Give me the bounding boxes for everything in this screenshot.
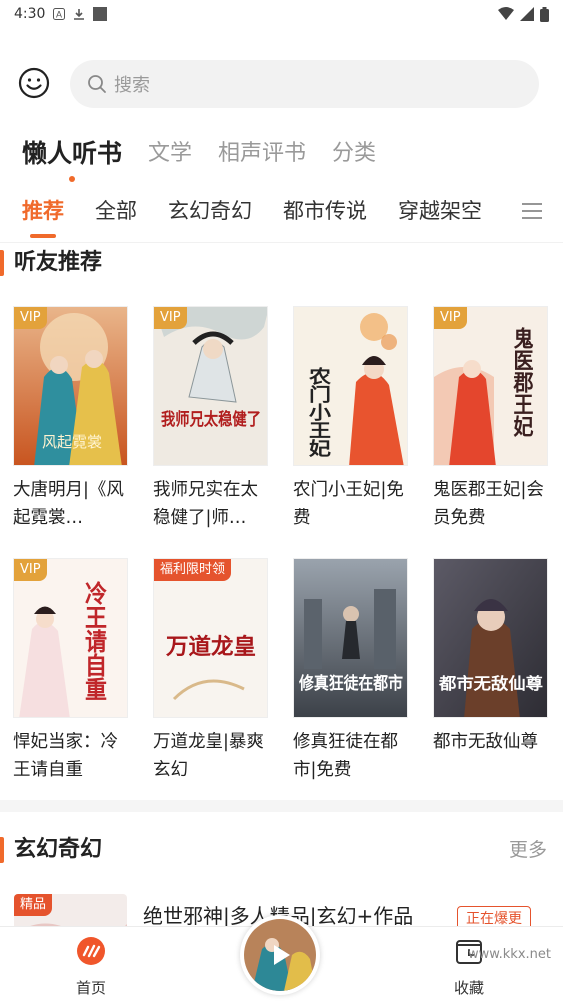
- book-card[interactable]: 冷王请自重 VIP 悍妃当家：冷王请自重: [13, 558, 128, 784]
- battery-icon: [540, 6, 549, 22]
- nav-home[interactable]: 首页: [46, 935, 136, 998]
- home-icon: [77, 937, 105, 965]
- cover-art-8: 都市无敌仙尊: [434, 559, 547, 717]
- premium-badge: 精品: [14, 894, 53, 916]
- vip-badge: VIP: [14, 559, 47, 581]
- section-title: 玄幻奇幻: [14, 837, 103, 862]
- search-placeholder: 搜索: [114, 75, 150, 96]
- cover-art-1: 风起霓裳: [14, 307, 127, 465]
- book-title: 万道龙皇|暴爽玄幻: [153, 732, 264, 780]
- category-tabs: 推荐 全部 玄幻奇幻 都市传说 穿越架空: [0, 188, 563, 242]
- more-link[interactable]: 更多: [509, 832, 547, 868]
- vip-badge: VIP: [14, 307, 47, 329]
- book-title: 悍妃当家：冷王请自重: [13, 732, 118, 780]
- cover-title-text: 农门小王妃: [305, 366, 332, 458]
- book-cover: 都市无敌仙尊: [433, 558, 548, 718]
- cat-tab-urban[interactable]: 都市传说: [283, 188, 367, 234]
- cat-tab-recommend-label: 推荐: [22, 199, 64, 223]
- search-input[interactable]: 搜索: [70, 60, 539, 108]
- book-card[interactable]: 风起霓裳 VIP 大唐明月|《风起霓裳…: [13, 306, 128, 532]
- tab-lanren[interactable]: 懒人听书: [22, 132, 123, 182]
- nav-favorites-label: 收藏: [453, 979, 484, 997]
- profile-avatar-icon[interactable]: [18, 67, 50, 99]
- book-cover: 农门小王妃: [293, 306, 408, 466]
- book-title: 鬼医郡王妃|会员免费: [433, 480, 544, 528]
- book-cover: 鬼医郡王妃 VIP: [433, 306, 548, 466]
- watermark: www.kkx.net: [467, 947, 551, 962]
- section-header-friends: 听友推荐: [0, 245, 563, 281]
- a-notification-icon: A: [53, 8, 66, 20]
- section-accent-bar: [0, 837, 4, 863]
- cat-tab-time-travel[interactable]: 穿越架空: [398, 188, 482, 234]
- book-card[interactable]: 鬼医郡王妃 VIP 鬼医郡王妃|会员免费: [433, 306, 548, 532]
- active-tab-dot: [69, 176, 75, 182]
- cover-title-text: 修真狂徒在都市: [298, 673, 403, 694]
- cover-title-text: 万道龙皇: [165, 634, 256, 660]
- cover-title-text: 风起霓裳: [42, 433, 102, 451]
- search-icon: [88, 75, 106, 93]
- status-time: 4:30: [14, 6, 46, 22]
- tab-categories[interactable]: 分类: [332, 132, 376, 176]
- square-icon: [93, 7, 108, 21]
- vip-badge: VIP: [154, 307, 187, 329]
- cat-tab-fantasy[interactable]: 玄幻奇幻: [168, 188, 252, 234]
- cat-tab-all[interactable]: 全部: [95, 188, 137, 234]
- book-title: 我师兄实在太稳健了|师…: [153, 480, 258, 528]
- book-title: 农门小王妃|免费: [293, 480, 404, 528]
- section-header-fantasy: 玄幻奇幻 更多: [0, 832, 563, 868]
- divider: [0, 242, 563, 243]
- tab-crosstalk[interactable]: 相声评书: [218, 132, 306, 176]
- vip-badge: VIP: [434, 307, 467, 329]
- status-bar: 4:30 A: [0, 0, 563, 28]
- cover-art-2: 我师兄太稳健了: [154, 307, 267, 465]
- tab-lanren-label: 懒人听书: [22, 139, 123, 168]
- book-title: 大唐明月|《风起霓裳…: [13, 480, 124, 528]
- now-playing-button[interactable]: [240, 915, 320, 995]
- cover-title-text: 冷王请自重: [81, 580, 107, 701]
- book-cover: 修真狂徒在都市: [293, 558, 408, 718]
- book-card[interactable]: 都市无敌仙尊 都市无敌仙尊: [433, 558, 548, 784]
- cover-art-4: 鬼医郡王妃: [434, 307, 547, 465]
- cover-title-text: 鬼医郡王妃: [510, 325, 534, 437]
- book-title: 修真狂徒在都市|免费: [293, 732, 398, 780]
- cover-art-5: 冷王请自重: [14, 559, 127, 717]
- book-card[interactable]: 我师兄太稳健了 VIP 我师兄实在太稳健了|师…: [153, 306, 268, 532]
- active-tab-underline: [30, 234, 56, 238]
- now-playing-cover: [244, 919, 316, 991]
- cover-art-6: 万道龙皇: [154, 559, 267, 717]
- wifi-icon: [498, 7, 514, 20]
- book-card[interactable]: 修真狂徒在都市 修真狂徒在都市|免费: [293, 558, 408, 784]
- cover-title-text: 都市无敌仙尊: [438, 674, 543, 693]
- cat-tab-recommend[interactable]: 推荐: [22, 188, 64, 238]
- cover-art-3: 农门小王妃: [294, 307, 407, 465]
- nav-favorites[interactable]: 收藏: [424, 935, 514, 998]
- cover-title-text: 我师兄太稳健了: [161, 409, 261, 430]
- top-tabs: 懒人听书 文学 相声评书 分类: [22, 132, 402, 182]
- tab-literature[interactable]: 文学: [148, 132, 192, 176]
- book-cover: 风起霓裳 VIP: [13, 306, 128, 466]
- bottom-nav: 首页 收藏 www.kkx.net: [0, 915, 563, 1003]
- cover-art-7: 修真狂徒在都市: [294, 559, 407, 717]
- promo-badge: 福利限时领: [154, 559, 232, 581]
- section-title: 听友推荐: [14, 250, 103, 275]
- section-separator: [0, 800, 563, 812]
- signal-icon: [520, 7, 534, 21]
- book-cover: 万道龙皇 福利限时领: [153, 558, 268, 718]
- menu-icon[interactable]: [521, 202, 543, 220]
- book-title: 都市无敌仙尊: [433, 732, 538, 752]
- book-card[interactable]: 农门小王妃 农门小王妃|免费: [293, 306, 408, 532]
- section-accent-bar: [0, 250, 4, 276]
- book-cover: 我师兄太稳健了 VIP: [153, 306, 268, 466]
- book-card[interactable]: 万道龙皇 福利限时领 万道龙皇|暴爽玄幻: [153, 558, 268, 784]
- nav-home-label: 首页: [75, 979, 106, 997]
- download-icon: [74, 9, 85, 20]
- book-cover: 冷王请自重 VIP: [13, 558, 128, 718]
- search-row: 搜索: [0, 58, 563, 112]
- svg-text:A: A: [56, 10, 62, 20]
